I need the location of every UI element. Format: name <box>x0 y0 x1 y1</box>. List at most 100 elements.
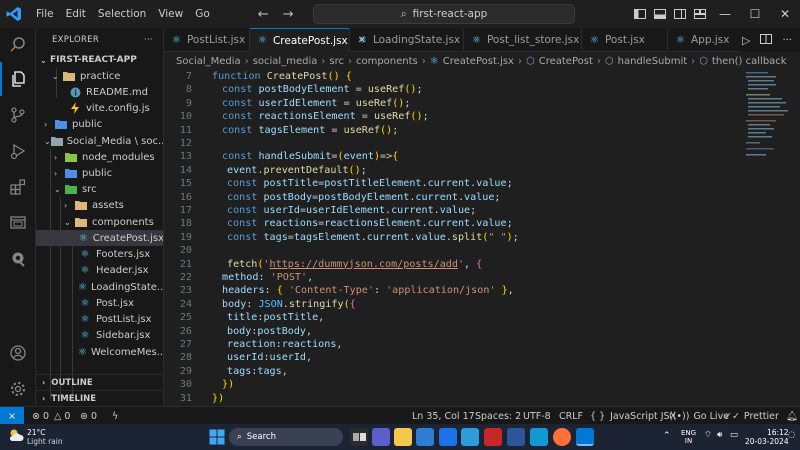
toggle-secondary-sidebar-icon[interactable] <box>670 0 690 28</box>
tree-item-footers[interactable]: ⚛ Footers.jsx <box>36 246 163 262</box>
menu-view[interactable]: View <box>152 0 189 28</box>
minimap[interactable] <box>740 68 800 406</box>
breadcrumb-item[interactable]: Social_Media <box>176 56 241 67</box>
toggle-panel-icon[interactable] <box>650 0 670 28</box>
language-mode[interactable]: { } JavaScript JSX <box>590 407 676 425</box>
remote-indicator-icon[interactable]: ⨯ <box>0 407 24 425</box>
tree-item-components[interactable]: ⌄ components <box>36 214 163 230</box>
breadcrumb-item[interactable]: CreatePost.jsx <box>443 56 514 67</box>
problems-indicator[interactable]: ⊗ 0 △ 0 <box>32 407 70 425</box>
tree-item-sidebar[interactable]: ⚛ Sidebar.jsx <box>36 327 163 343</box>
tree-item-welcome[interactable]: ⚛ WelcomeMes... <box>36 344 163 360</box>
manage-gear-icon[interactable] <box>0 372 36 406</box>
cursor-position[interactable]: Ln 35, Col 17 <box>412 407 475 425</box>
breadcrumb-item[interactable]: then() callback <box>712 56 787 67</box>
toggle-sidebar-icon[interactable] <box>630 0 650 28</box>
tab-post-list-store[interactable]: ⚛ Post_list_store.jsx <box>464 28 582 52</box>
notifications-bell-icon[interactable]: 🔔︎ <box>786 407 798 425</box>
menu-file[interactable]: File <box>30 0 60 28</box>
word-icon[interactable] <box>507 428 525 446</box>
breadcrumb-item[interactable]: handleSubmit <box>618 56 688 67</box>
tree-item-public-root[interactable]: › public <box>36 116 163 132</box>
weather-widget[interactable]: 21°C Light rain <box>27 428 63 446</box>
tab-post[interactable]: ⚛ Post.jsx <box>582 28 668 52</box>
taskbar-search[interactable]: ⌕ Search <box>229 428 343 446</box>
prettier-status[interactable]: ✓✓ Prettier <box>724 407 779 425</box>
tree-item-node-modules[interactable]: › node_modules <box>36 149 163 165</box>
windows-start-icon[interactable] <box>208 428 226 446</box>
tab-createpost[interactable]: ⚛ CreatePost.jsx ✕ <box>250 28 366 52</box>
close-window-icon[interactable]: ✕ <box>770 0 800 28</box>
volume-icon[interactable]: 🔊︎ <box>717 430 722 440</box>
tab-postlist[interactable]: ⚛ PostList.jsx <box>164 28 250 52</box>
customize-layout-icon[interactable] <box>690 0 710 28</box>
tree-item-loadingstate[interactable]: ⚛ LoadingState.... <box>36 279 163 295</box>
source-control-icon[interactable] <box>0 98 36 132</box>
menu-go[interactable]: Go <box>189 0 216 28</box>
maximize-icon[interactable]: ☐ <box>740 0 770 28</box>
tree-item-social-media[interactable]: ⌄ Social_Media \ soc... <box>36 133 163 149</box>
minimize-icon[interactable]: — <box>710 0 740 28</box>
tree-item-practice[interactable]: ⌄ practice <box>36 68 163 84</box>
tab-app[interactable]: ⚛ App.jsx <box>668 28 748 52</box>
timeline-section[interactable]: › TIMELINE <box>36 390 163 406</box>
weather-cloud-icon[interactable] <box>8 428 24 445</box>
account-icon[interactable] <box>0 336 36 370</box>
tree-item-post[interactable]: ⚛ Post.jsx <box>36 295 163 311</box>
outline-section[interactable]: › OUTLINE <box>36 374 163 390</box>
run-icon[interactable]: ▷ <box>742 34 750 47</box>
go-live-button[interactable]: ((•)) Go Live <box>669 407 729 425</box>
tree-item-postlist[interactable]: ⚛ PostList.jsx <box>36 311 163 327</box>
task-view-icon[interactable] <box>350 428 368 446</box>
back-arrow-icon[interactable]: ← <box>258 7 269 22</box>
clock[interactable]: 16:12 20-03-2024 <box>745 428 789 446</box>
mcafee-icon[interactable] <box>484 428 502 446</box>
explorer-files-icon[interactable] <box>0 62 36 96</box>
chevron-up-icon[interactable]: ⌃ <box>663 431 671 441</box>
command-center-search[interactable]: ⌕ first-react-app <box>313 4 575 24</box>
lightning-icon <box>68 102 82 114</box>
run-debug-icon[interactable] <box>0 134 36 168</box>
tree-item-vite-config[interactable]: vite.config.js <box>36 100 163 116</box>
edge-icon[interactable] <box>461 428 479 446</box>
eol-setting[interactable]: CRLF <box>559 407 583 425</box>
explorer-root[interactable]: ⌄ FIRST-REACT-APP <box>36 52 163 68</box>
breadcrumb-item[interactable]: src <box>329 56 344 67</box>
file-explorer-icon[interactable] <box>394 428 412 446</box>
breadcrumb-item[interactable]: social_media <box>253 56 318 67</box>
tree-item-src[interactable]: ⌄ src <box>36 181 163 197</box>
ports-indicator[interactable]: ⊛ 0 <box>80 407 97 425</box>
more-actions-icon[interactable]: ··· <box>782 35 792 46</box>
firefox-icon[interactable] <box>553 428 571 446</box>
tree-item-assets[interactable]: › assets <box>36 197 163 213</box>
tree-item-public[interactable]: › public <box>36 165 163 181</box>
wifi-icon[interactable]: ⌔ <box>704 430 712 440</box>
photos-icon[interactable] <box>416 428 434 446</box>
battery-icon[interactable]: ▭ <box>730 430 738 440</box>
lightning-icon[interactable]: ϟ <box>112 407 118 425</box>
forward-arrow-icon[interactable]: → <box>283 7 294 22</box>
tab-loadingstate[interactable]: ⚛ LoadingState.jsx <box>350 28 464 52</box>
split-editor-icon[interactable] <box>760 33 773 47</box>
notification-icon[interactable]: ◌ <box>788 430 795 440</box>
encoding-setting[interactable]: UTF-8 <box>523 407 551 425</box>
search-activity-icon[interactable] <box>0 28 36 62</box>
menu-edit[interactable]: Edit <box>60 0 92 28</box>
indentation-setting[interactable]: Spaces: 2 <box>475 407 521 425</box>
vscode-taskbar-icon[interactable] <box>576 428 594 446</box>
code-editor[interactable]: 7 function CreatePost() {8 const postBodyE… <box>164 68 740 406</box>
menu-selection[interactable]: Selection <box>92 0 152 28</box>
extensions-icon[interactable] <box>0 170 36 204</box>
tree-item-readme[interactable]: README.md <box>36 84 163 100</box>
more-actions-icon[interactable]: ··· <box>144 35 153 45</box>
language-indicator[interactable]: ENG IN <box>681 429 696 445</box>
breadcrumb-item[interactable]: CreatePost <box>539 56 593 67</box>
tree-item-header[interactable]: ⚛ Header.jsx <box>36 262 163 278</box>
remote-explorer-icon[interactable] <box>0 206 36 240</box>
quokka-icon[interactable] <box>0 242 36 276</box>
chrome-like-browser-icon[interactable] <box>530 428 548 446</box>
breadcrumb-item[interactable]: components <box>356 56 418 67</box>
store-icon[interactable] <box>439 428 457 446</box>
teams-chat-icon[interactable] <box>372 428 390 446</box>
tree-item-createpost[interactable]: ⚛ CreatePost.jsx <box>36 230 163 246</box>
